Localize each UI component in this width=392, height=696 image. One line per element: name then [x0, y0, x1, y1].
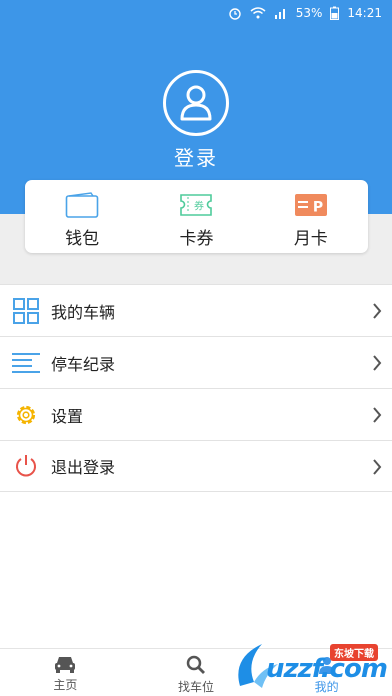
wallet-card: 钱包 券 卡券 P 月卡	[25, 180, 368, 253]
wallet-button[interactable]: 钱包	[25, 180, 139, 253]
menu-item-logout[interactable]: 退出登录	[0, 440, 392, 492]
list-icon	[12, 352, 40, 373]
login-link[interactable]: 登录	[0, 142, 392, 171]
monthly-card-button[interactable]: P 月卡	[254, 180, 368, 253]
monthly-card-icon-text: P	[313, 200, 323, 216]
grid-icon	[13, 297, 39, 324]
status-bar: 53% 14:21	[0, 0, 392, 28]
wallet-icon	[65, 192, 99, 218]
search-icon	[186, 655, 205, 674]
chevron-right-icon	[373, 303, 382, 319]
menu-item-label: 停车纪录	[51, 354, 116, 374]
chevron-right-icon	[373, 407, 382, 423]
nav-tab-home[interactable]: 主页	[0, 649, 131, 696]
nav-label: 主页	[53, 678, 78, 692]
monthly-card-label: 月卡	[293, 229, 328, 249]
menu-item-label: 设置	[51, 406, 84, 426]
signal-icon	[274, 9, 285, 19]
chevron-right-icon	[373, 459, 382, 475]
wallet-label: 钱包	[65, 229, 100, 249]
power-icon	[16, 455, 36, 477]
battery-icon	[330, 6, 340, 20]
menu-item-label: 退出登录	[51, 458, 116, 477]
coupon-button[interactable]: 券 卡券	[139, 180, 253, 253]
wifi-icon	[250, 7, 266, 19]
coupon-icon-text: 券	[194, 200, 204, 213]
settings-menu: 我的车辆 停车纪录 设置 退出登录	[0, 284, 392, 492]
nav-label: 找车位	[178, 680, 215, 694]
battery-percent: 53%	[295, 6, 323, 20]
menu-item-settings[interactable]: 设置	[0, 388, 392, 440]
coupon-icon: 券	[180, 194, 213, 216]
car-icon	[55, 657, 76, 673]
person-outline-icon	[180, 85, 212, 121]
alarm-icon	[229, 8, 241, 20]
clock-time: 14:21	[347, 6, 382, 20]
watermark-logo: uzzf.com 东坡下载	[232, 636, 392, 696]
monthly-card-icon: P	[294, 194, 327, 216]
menu-item-label: 我的车辆	[51, 302, 116, 322]
chevron-right-icon	[373, 355, 382, 371]
coupon-label: 卡券	[179, 229, 214, 249]
avatar[interactable]	[163, 70, 229, 136]
menu-item-my-vehicles[interactable]: 我的车辆	[0, 284, 392, 336]
menu-item-parking-records[interactable]: 停车纪录	[0, 336, 392, 388]
watermark-badge: 东坡下载	[330, 644, 378, 661]
gear-icon	[16, 405, 36, 424]
